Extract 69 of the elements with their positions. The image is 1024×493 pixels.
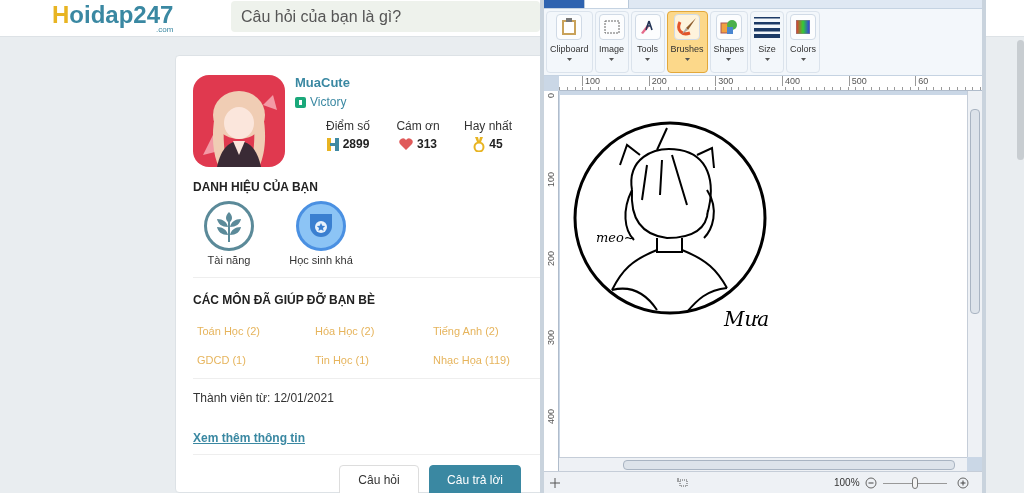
shapes-icon: [715, 14, 742, 40]
stat-label: Hay nhất: [464, 118, 512, 134]
horizontal-scrollbar[interactable]: [559, 457, 967, 471]
size-icon: [754, 14, 781, 40]
caret-icon: [645, 58, 651, 61]
zoom-slider[interactable]: [882, 476, 947, 489]
ruler-mark: 200: [546, 251, 556, 267]
selection-size-icon: [677, 478, 688, 487]
ribbon-button[interactable]: Clipboard: [546, 11, 593, 73]
ribbon-button[interactable]: Image: [594, 11, 629, 73]
ruler-mark: 400: [546, 409, 556, 425]
zoom-level: 100%: [834, 476, 860, 490]
colors-icon: [790, 14, 817, 40]
move-icon: [550, 477, 560, 488]
points-icon: [326, 137, 339, 151]
stat-value: 45: [489, 136, 503, 152]
ribbon-tab[interactable]: [584, 0, 629, 8]
handwritten-text: meo~: [596, 231, 635, 245]
member-since: Thành viên từ: 12/01/2021: [193, 390, 335, 406]
ribbon-button[interactable]: Tools: [630, 11, 665, 73]
handwritten-text: Mưa: [724, 308, 770, 330]
ribbon-button[interactable]: Colors: [786, 11, 821, 73]
rank-icon: [295, 96, 306, 108]
ruler-mark: 300: [715, 76, 782, 86]
ruler-mark: 300: [546, 330, 556, 346]
heart-icon: [399, 138, 413, 150]
ruler-mark: 100: [582, 76, 649, 86]
ruler-mark: 500: [848, 76, 916, 86]
stat-label: Điểm số: [326, 118, 370, 134]
caret-icon: [800, 58, 806, 61]
ribbon-button[interactable]: Brushes: [666, 11, 708, 73]
caret-icon: [764, 58, 770, 61]
zoom-in-icon[interactable]: [956, 476, 969, 489]
stat-value: 2899: [342, 136, 370, 152]
image-icon: [598, 14, 625, 40]
site-logo[interactable]: Hoidap247: [52, 2, 174, 28]
caret-icon: [566, 58, 572, 61]
profile-tab[interactable]: Câu trả lời: [429, 465, 521, 493]
clipboard-icon: [556, 14, 583, 40]
slider-thumb[interactable]: [911, 476, 918, 489]
stat-value: 313: [417, 136, 437, 152]
section-heading: DANH HIỆU CỦA BẠN: [193, 179, 319, 195]
stat-label: Cám ơn: [396, 118, 440, 134]
badge-label: Tài năng: [207, 253, 251, 267]
brushes-icon: [674, 14, 701, 40]
ruler-mark: 200: [648, 76, 716, 86]
ruler-mark: 60: [915, 76, 983, 86]
ribbon-button[interactable]: Shapes: [709, 11, 749, 73]
caret-icon: [684, 58, 690, 61]
profile-tab[interactable]: Câu hỏi: [339, 465, 419, 493]
tools-icon: [634, 14, 661, 40]
ruler-mark: 400: [782, 76, 849, 86]
caret-icon: [726, 58, 732, 61]
caret-icon: [609, 58, 615, 61]
medal-icon: [473, 136, 486, 152]
username[interactable]: MuaCute: [295, 75, 523, 91]
vertical-scrollbar[interactable]: [967, 91, 982, 457]
more-info-link[interactable]: Xem thêm thông tin: [193, 430, 305, 446]
badge-label: Học sinh khá: [289, 253, 353, 267]
search-field[interactable]: Câu hỏi của bạn là gì?: [231, 1, 540, 32]
ruler-mark: 0: [546, 93, 556, 98]
ruler-mark: 100: [546, 172, 556, 188]
file-menu-button[interactable]: [544, 0, 584, 8]
zoom-out-icon[interactable]: [864, 476, 877, 489]
section-heading: CÁC MÔN ĐÃ GIÚP ĐỠ BẠN BÈ: [193, 292, 377, 308]
logo-domain: .com: [156, 26, 174, 34]
ribbon-button[interactable]: Size: [750, 11, 785, 73]
page-scrollbar[interactable]: [1017, 40, 1024, 160]
rank-label: Victory: [310, 94, 347, 110]
